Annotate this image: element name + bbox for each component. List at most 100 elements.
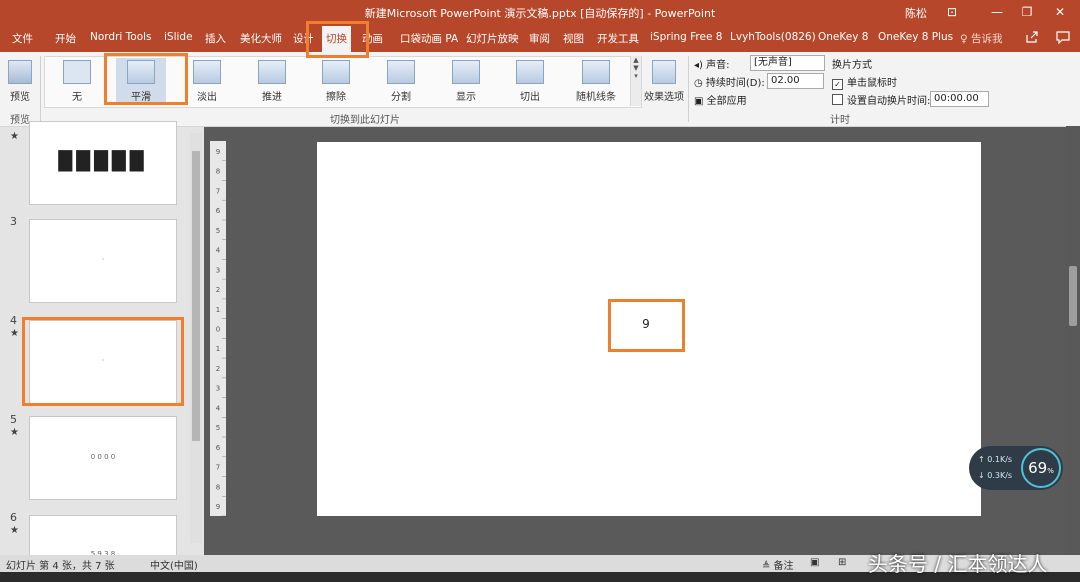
on-click-label: 单击鼠标时 <box>847 78 897 89</box>
transition-fade-icon <box>193 60 221 84</box>
transition-cut[interactable]: 切出 <box>505 58 555 103</box>
ribbon-options-icon[interactable]: ⊡ <box>940 3 964 21</box>
tab-onekey8-plus[interactable]: OneKey 8 Plus <box>878 31 953 43</box>
ruler-label: 7 <box>216 187 220 195</box>
transition-reveal[interactable]: 显示 <box>441 58 491 103</box>
comment-icon[interactable] <box>1056 30 1070 44</box>
ruler-label: 2 <box>216 365 220 373</box>
transition-reveal-icon <box>452 60 480 84</box>
transition-split-label: 分割 <box>391 92 411 103</box>
slide-thumbnail-2[interactable]: █████ <box>29 121 177 205</box>
after-option[interactable]: 设置自动换片时间: <box>832 92 930 107</box>
ruler-label: 7 <box>216 464 220 472</box>
transition-fade[interactable]: 淡出 <box>182 58 232 103</box>
ruler-label: 6 <box>216 207 221 215</box>
sound-label-text: 声音: <box>706 60 730 71</box>
ruler-label: 4 <box>216 404 221 412</box>
editor-scrollbar[interactable] <box>1066 126 1080 556</box>
ruler-label: 0 <box>216 326 220 334</box>
tab-view[interactable]: 视图 <box>563 31 584 46</box>
ruler-label: 1 <box>216 306 220 314</box>
tab-insert[interactable]: 插入 <box>205 31 226 46</box>
transition-none[interactable]: 无 <box>52 58 102 103</box>
preview-group-label: 预览 <box>10 115 30 126</box>
close-button[interactable]: ✕ <box>1048 3 1072 21</box>
transition-random-bars-icon <box>582 60 610 84</box>
language-status[interactable]: 中文(中国) <box>150 557 198 572</box>
minimize-button[interactable]: — <box>985 3 1009 21</box>
transition-random-bars[interactable]: 随机线条 <box>571 58 621 103</box>
after-time-input[interactable]: 00:00.00 <box>930 91 989 107</box>
ruler-label: 5 <box>216 227 220 235</box>
on-click-checkbox[interactable]: ✓ <box>832 79 843 90</box>
share-icon[interactable] <box>1025 30 1039 44</box>
apply-all-button[interactable]: ▣ 全部应用 <box>694 92 747 107</box>
transition-reveal-label: 显示 <box>456 92 476 103</box>
normal-view-icon[interactable]: ▣ <box>810 557 819 568</box>
tab-lvyhtools[interactable]: LvyhTools(0826) <box>730 31 816 43</box>
tab-home[interactable]: 开始 <box>55 31 76 46</box>
tab-islide[interactable]: iSlide <box>164 31 193 43</box>
tab-slideshow[interactable]: 幻灯片放映 <box>466 31 519 46</box>
notes-button[interactable]: ≜ 备注 <box>762 557 794 572</box>
slide-thumbnail-3[interactable]: · <box>29 219 177 303</box>
highlight-morph-transition <box>104 53 188 105</box>
transition-cut-icon <box>516 60 544 84</box>
ruler-label: 2 <box>216 286 220 294</box>
slides-scrollbar[interactable] <box>190 133 202 543</box>
slides-scrollbar-thumb[interactable] <box>192 151 200 441</box>
menu-bar: 文件 开始 Nordri Tools iSlide 插入 美化大师 设计 切换 … <box>0 24 1080 52</box>
duration-label-text: 持续时间(D): <box>705 78 765 89</box>
slide-sorter-icon[interactable]: ⊞ <box>838 557 846 568</box>
tell-me-search[interactable]: ♀ 告诉我 <box>960 31 1003 46</box>
preview-icon <box>8 60 32 84</box>
after-label: 设置自动换片时间: <box>847 96 931 107</box>
slide-animation-star: ★ <box>10 131 19 142</box>
transition-none-icon <box>63 60 91 84</box>
user-name[interactable]: 陈松 <box>905 5 927 21</box>
tab-file[interactable]: 文件 <box>12 31 33 46</box>
on-click-option[interactable]: ✓ 单击鼠标时 <box>832 74 897 90</box>
slide-number-4: 4 <box>10 314 17 327</box>
advance-header: 换片方式 <box>832 60 872 71</box>
tab-pocket-animation[interactable]: 口袋动画 PA <box>400 31 458 46</box>
preview-button[interactable]: 预览 <box>0 58 40 103</box>
tab-review[interactable]: 审阅 <box>529 31 550 46</box>
timing-group-label: 计时 <box>830 115 850 126</box>
gallery-scroll[interactable]: ▲ ▼ ▾ <box>630 56 641 106</box>
ruler-label: 3 <box>216 385 220 393</box>
transition-fade-label: 淡出 <box>197 92 217 103</box>
ruler-label: 5 <box>216 424 220 432</box>
slide-thumbnail-5[interactable]: 0 0 0 0 <box>29 416 177 500</box>
memory-percent-unit: % <box>1047 467 1054 475</box>
effect-options-label: 效果选项 <box>644 92 684 103</box>
transition-group-label: 切换到此幻灯片 <box>330 115 400 126</box>
after-checkbox[interactable] <box>832 94 843 105</box>
tab-onekey8[interactable]: OneKey 8 <box>818 31 868 43</box>
duration-input[interactable]: 02.00 <box>767 73 824 89</box>
network-speed-widget[interactable]: ↑ 0.1K/s ↓ 0.3K/s 69% <box>969 446 1063 490</box>
ribbon-separator <box>40 56 41 122</box>
transition-push[interactable]: 推进 <box>247 58 297 103</box>
tab-beautify[interactable]: 美化大师 <box>240 31 282 46</box>
highlight-transitions-tab <box>306 21 369 58</box>
download-speed: ↓ 0.3K/s <box>978 471 1013 480</box>
effect-options-button[interactable]: 效果选项 <box>642 58 686 103</box>
transition-split[interactable]: 分割 <box>376 58 426 103</box>
sound-select[interactable]: [无声音] <box>750 55 825 71</box>
transition-wipe[interactable]: 擦除 <box>311 58 361 103</box>
editor-scrollbar-thumb[interactable] <box>1069 266 1077 326</box>
transition-wipe-label: 擦除 <box>326 92 346 103</box>
slide-animation-star: ★ <box>10 427 19 438</box>
slide-thumbnail-6[interactable]: 5 9 3 8 <box>29 515 177 557</box>
restore-button[interactable]: ❐ <box>1015 3 1039 21</box>
tab-developer[interactable]: 开发工具 <box>597 31 639 46</box>
transition-wipe-icon <box>322 60 350 84</box>
highlight-slide-number <box>608 299 685 352</box>
ruler-ticks: 9 8 7 6 5 4 3 2 1 0 1 2 3 4 5 6 7 8 9 <box>216 148 226 517</box>
tab-ispring[interactable]: iSpring Free 8 <box>650 31 722 43</box>
memory-percent: 69 <box>1028 459 1048 477</box>
slide-number-5: 5 <box>10 413 17 426</box>
tab-nordri-tools[interactable]: Nordri Tools <box>90 31 152 43</box>
ruler-label: 9 <box>216 503 220 511</box>
